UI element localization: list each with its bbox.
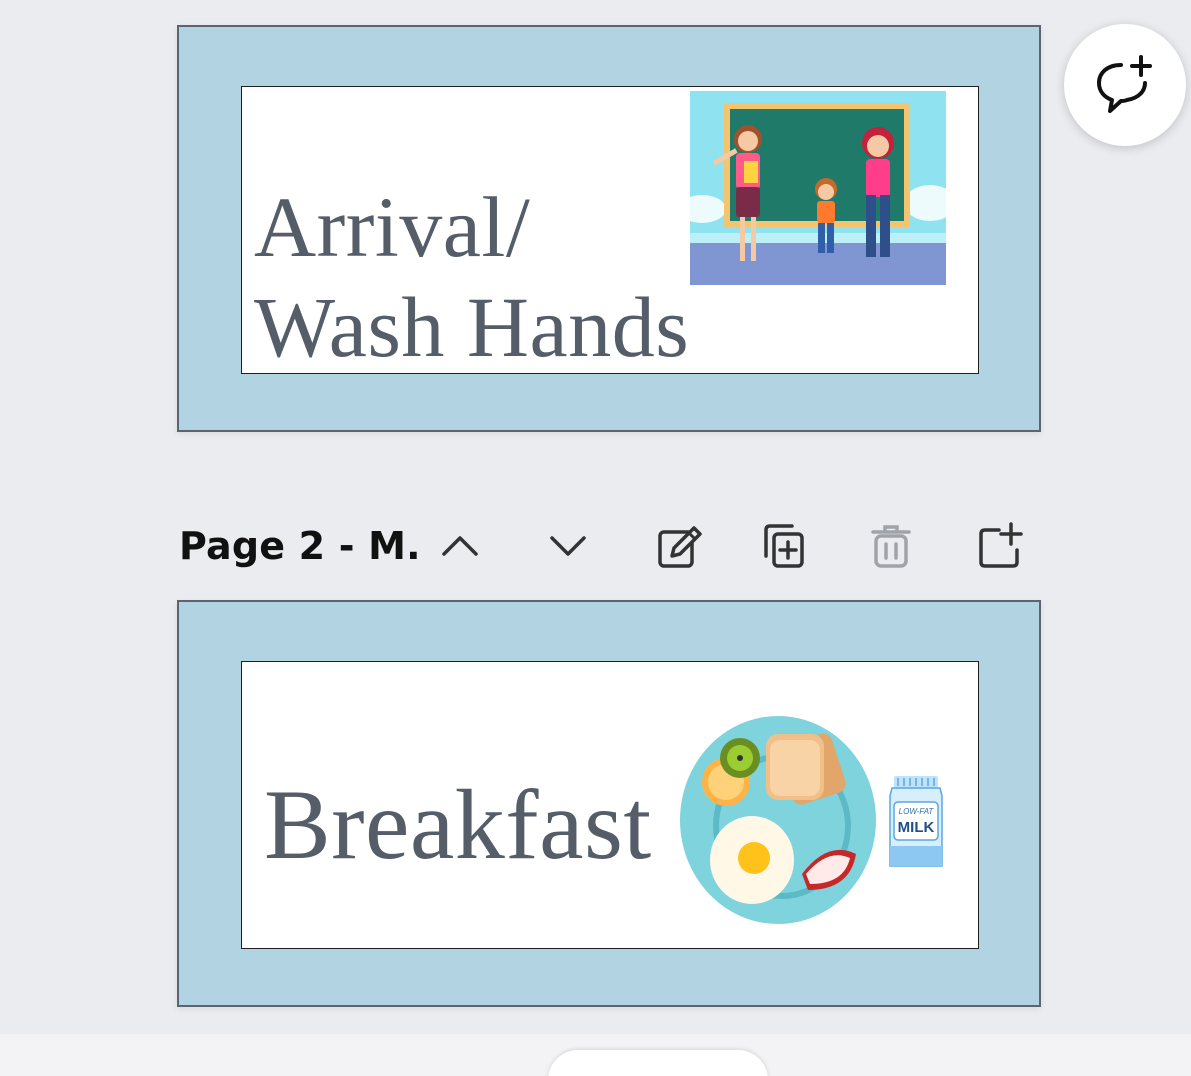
delete-page-button[interactable] bbox=[861, 516, 921, 576]
duplicate-icon bbox=[764, 524, 804, 568]
trash-icon bbox=[871, 525, 911, 568]
page-1[interactable]: Arrival/ Wash Hands bbox=[177, 25, 1041, 432]
card-title[interactable]: Arrival/ Wash Hands bbox=[254, 177, 690, 374]
add-comment-icon bbox=[1097, 55, 1152, 113]
milk-label: MILK bbox=[898, 819, 935, 836]
milk-carton-illustration[interactable]: LOW-FAT MILK bbox=[888, 774, 944, 870]
breakfast-plate-illustration[interactable] bbox=[678, 714, 878, 926]
add-page-icon bbox=[979, 522, 1023, 568]
duplicate-page-button[interactable] bbox=[754, 516, 814, 576]
classroom-illustration[interactable] bbox=[690, 91, 946, 285]
add-page-button[interactable] bbox=[969, 516, 1029, 576]
title-line-2: Wash Hands bbox=[254, 279, 690, 374]
page-toolbar: Page 2 - M. bbox=[177, 512, 1041, 582]
edit-page-button[interactable] bbox=[650, 516, 710, 576]
editor-canvas: Arrival/ Wash Hands Page 2 - M. Breakfas… bbox=[0, 0, 1191, 1076]
page-2[interactable]: Breakfast LOW-FAT MILK bbox=[177, 600, 1041, 1007]
milk-sublabel: LOW-FAT bbox=[899, 807, 935, 816]
move-page-down-button[interactable] bbox=[538, 516, 598, 576]
chevron-up-icon bbox=[442, 536, 478, 556]
page-title[interactable]: Page 2 - M. bbox=[179, 524, 421, 568]
bottom-navigation-pill[interactable] bbox=[548, 1050, 768, 1076]
card-title[interactable]: Breakfast bbox=[264, 770, 652, 880]
schedule-card[interactable]: Breakfast LOW-FAT MILK bbox=[241, 661, 979, 949]
chevron-down-icon bbox=[550, 536, 586, 556]
add-comment-button[interactable] bbox=[1064, 24, 1186, 146]
edit-icon bbox=[658, 526, 702, 568]
schedule-card[interactable]: Arrival/ Wash Hands bbox=[241, 86, 979, 374]
title-line-1: Arrival/ bbox=[254, 179, 531, 275]
move-page-up-button[interactable] bbox=[430, 516, 490, 576]
